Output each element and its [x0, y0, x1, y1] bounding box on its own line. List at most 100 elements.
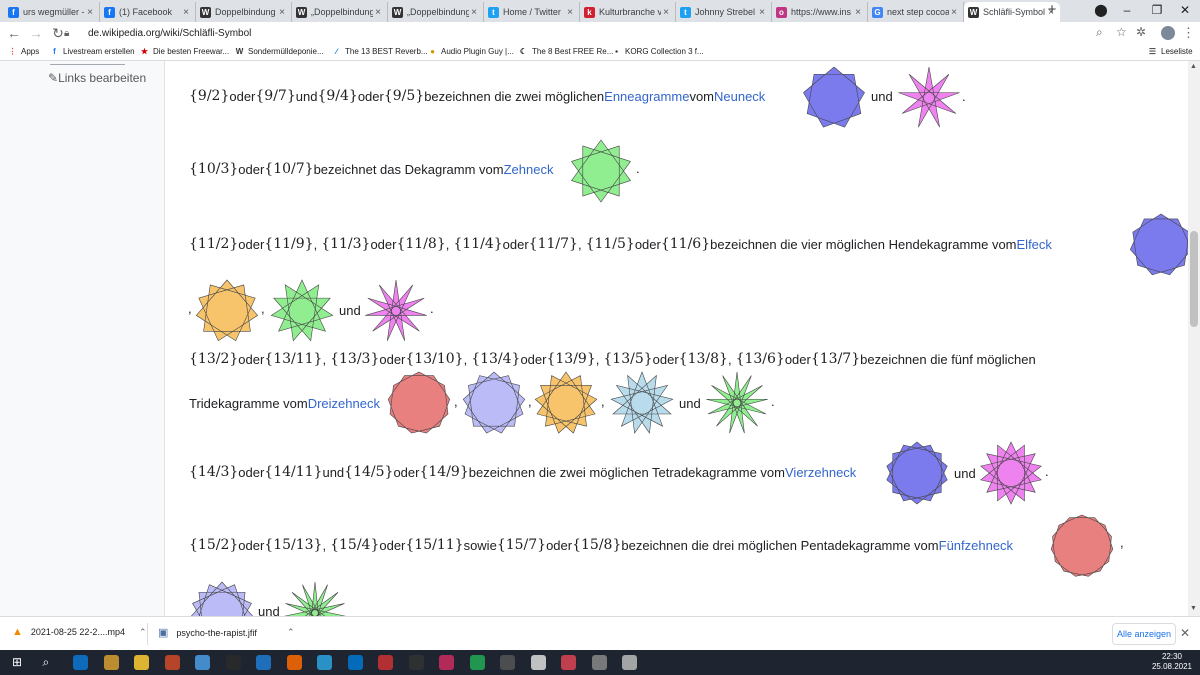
taskbar-app-icon[interactable]: [317, 655, 332, 670]
zoom-icon[interactable]: ⌕: [1096, 25, 1103, 40]
star-polygon-14-3-image[interactable]: [884, 440, 950, 506]
chevron-up-icon[interactable]: ⌃: [287, 627, 295, 638]
link-elfeck[interactable]: Elfeck: [1017, 237, 1052, 252]
star-polygon-13-6-image[interactable]: [704, 370, 770, 436]
taskbar-app-icon[interactable]: [408, 655, 424, 670]
star-polygon-13-5-image[interactable]: [609, 370, 675, 436]
taskbar-app-icon[interactable]: [561, 655, 576, 670]
close-tab-icon[interactable]: ×: [181, 7, 191, 18]
bookmark-item[interactable]: ● Audio Plugin Guy |...: [428, 47, 514, 56]
close-tab-icon[interactable]: ×: [85, 7, 95, 18]
tab[interactable]: Gnext step cocoa ×: [868, 2, 964, 22]
tab[interactable]: f urs wegmüller - ×: [4, 2, 100, 22]
star-polygon-11-2-image[interactable]: [1128, 212, 1188, 278]
star-polygon-9-4-image[interactable]: [896, 65, 962, 131]
star-polygon-15-4-image[interactable]: [189, 580, 255, 616]
close-tab-icon[interactable]: ×: [469, 7, 479, 18]
page-scrollbar[interactable]: ▲ ▼: [1188, 61, 1200, 616]
download-item[interactable]: ▣ psycho-the-rapist.jfif ⌃: [158, 626, 294, 639]
forward-button[interactable]: →: [25, 25, 47, 41]
star-polygon-11-5-image[interactable]: [363, 278, 429, 344]
taskbar-app-icon[interactable]: [347, 655, 363, 670]
link-fuenfzehneck[interactable]: Fünfzehneck: [939, 538, 1013, 553]
taskbar-app-icon[interactable]: [591, 655, 607, 670]
new-tab-button[interactable]: +: [1044, 2, 1060, 18]
link-neuneck[interactable]: Neuneck: [714, 89, 765, 104]
close-tab-icon[interactable]: ×: [373, 7, 383, 18]
tab[interactable]: t Johnny Strebel ×: [676, 2, 772, 22]
reading-list-button[interactable]: ☰ Leseliste: [1148, 47, 1193, 56]
close-tab-icon[interactable]: ×: [757, 7, 767, 18]
close-download-bar-icon[interactable]: ✕: [1180, 626, 1190, 640]
taskbar-app-icon[interactable]: [73, 655, 88, 670]
taskbar-app-icon[interactable]: [195, 655, 210, 670]
taskbar-app-icon[interactable]: [225, 655, 241, 670]
address-bar[interactable]: 🔒︎ de.wikipedia.org/wiki/Schläfli-Symbol…: [64, 23, 1146, 43]
taskbar-app-icon[interactable]: [256, 655, 271, 670]
taskbar-app-icon[interactable]: [622, 655, 637, 670]
menu-icon[interactable]: ⋮: [1182, 25, 1195, 41]
tab[interactable]: t Home / Twitter ×: [484, 2, 580, 22]
taskbar-app-icon[interactable]: [134, 655, 149, 670]
tab[interactable]: W „Doppelbindung ×: [388, 2, 484, 22]
star-polygon-13-4-image[interactable]: [533, 370, 599, 436]
tab[interactable]: W „Doppelbindung ×: [292, 2, 388, 22]
taskbar-app-icon[interactable]: [103, 655, 119, 670]
link-zehneck[interactable]: Zehneck: [504, 162, 554, 177]
star-polygon-13-2-image[interactable]: [386, 370, 452, 436]
bookmark-item[interactable]: ☾ The 8 Best FREE Re...: [519, 47, 613, 56]
bookmark-item[interactable]: ★ Die besten Freewar...: [140, 47, 229, 56]
math: {13/5}: [603, 351, 653, 367]
minimize-button[interactable]: –: [1112, 0, 1142, 20]
tab[interactable]: W Doppelbindung ×: [196, 2, 292, 22]
link-dreizehneck[interactable]: Dreizehneck: [308, 396, 380, 411]
star-polygon-15-2-image[interactable]: [1049, 513, 1115, 579]
extensions-icon[interactable]: ✲: [1136, 25, 1146, 39]
taskbar-app-icon[interactable]: [439, 655, 454, 670]
close-tab-icon[interactable]: ×: [661, 7, 671, 18]
search-icon[interactable]: ⌕: [43, 655, 58, 670]
show-all-downloads-button[interactable]: Alle anzeigen: [1112, 623, 1176, 645]
tab[interactable]: f (1) Facebook ×: [100, 2, 196, 22]
star-polygon-14-5-image[interactable]: [978, 440, 1044, 506]
maximize-button[interactable]: ❐: [1142, 0, 1172, 20]
link-vierzehneck[interactable]: Vierzehneck: [785, 465, 856, 480]
system-clock[interactable]: 22:30 25.08.2021: [1152, 652, 1192, 672]
taskbar-app-icon[interactable]: [530, 655, 546, 670]
bookmark-item[interactable]: W Sondermülldeponie...: [235, 47, 324, 56]
bookmark-item[interactable]: ▪ KORG Collection 3 f...: [612, 47, 704, 56]
taskbar-app-icon[interactable]: [500, 655, 515, 670]
taskbar-app-icon[interactable]: [469, 655, 485, 670]
scroll-down-icon[interactable]: ▼: [1190, 605, 1197, 612]
star-polygon-9-2-image[interactable]: [801, 65, 867, 131]
star-polygon-11-4-image[interactable]: [269, 278, 335, 344]
download-item[interactable]: ▲ 2021-08-25 22-2....mp4 ⌃: [12, 626, 147, 638]
taskbar-app-icon[interactable]: [378, 655, 393, 670]
text: bezeichnen die vier möglichen Hendekagra…: [710, 236, 1017, 252]
edit-links-link[interactable]: ✎Links bearbeiten: [48, 71, 146, 85]
back-button[interactable]: ←: [3, 25, 25, 41]
tab[interactable]: o https://www.ins ×: [772, 2, 868, 22]
scroll-up-icon[interactable]: ▲: [1190, 63, 1197, 70]
bookmark-item[interactable]: ⋮ Apps: [8, 47, 40, 56]
link-enneagramme[interactable]: Enneagramme: [604, 89, 689, 104]
scrollbar-thumb[interactable]: [1190, 231, 1198, 327]
star-polygon-10-3-image[interactable]: [568, 138, 634, 204]
star-polygon-15-7-image[interactable]: [282, 580, 348, 616]
close-window-button[interactable]: ✕: [1170, 0, 1200, 20]
bookmark-star-icon[interactable]: ☆: [1116, 25, 1127, 39]
bookmark-item[interactable]: ∕ The 13 BEST Reverb...: [332, 47, 428, 56]
close-tab-icon[interactable]: ×: [853, 7, 863, 18]
chevron-up-icon[interactable]: ⌃: [139, 627, 147, 638]
close-tab-icon[interactable]: ×: [949, 7, 959, 18]
avatar[interactable]: [1161, 26, 1175, 40]
star-polygon-13-3-image[interactable]: [461, 370, 527, 436]
close-tab-icon[interactable]: ×: [277, 7, 287, 18]
close-tab-icon[interactable]: ×: [565, 7, 575, 18]
star-polygon-11-3-image[interactable]: [194, 278, 260, 344]
taskbar-app-icon[interactable]: [164, 655, 180, 670]
tab[interactable]: k Kulturbranche v ×: [580, 2, 676, 22]
taskbar-app-icon[interactable]: [286, 655, 302, 670]
start-icon[interactable]: ⊞: [12, 655, 27, 670]
bookmark-item[interactable]: f Livestream erstellen: [50, 47, 134, 56]
